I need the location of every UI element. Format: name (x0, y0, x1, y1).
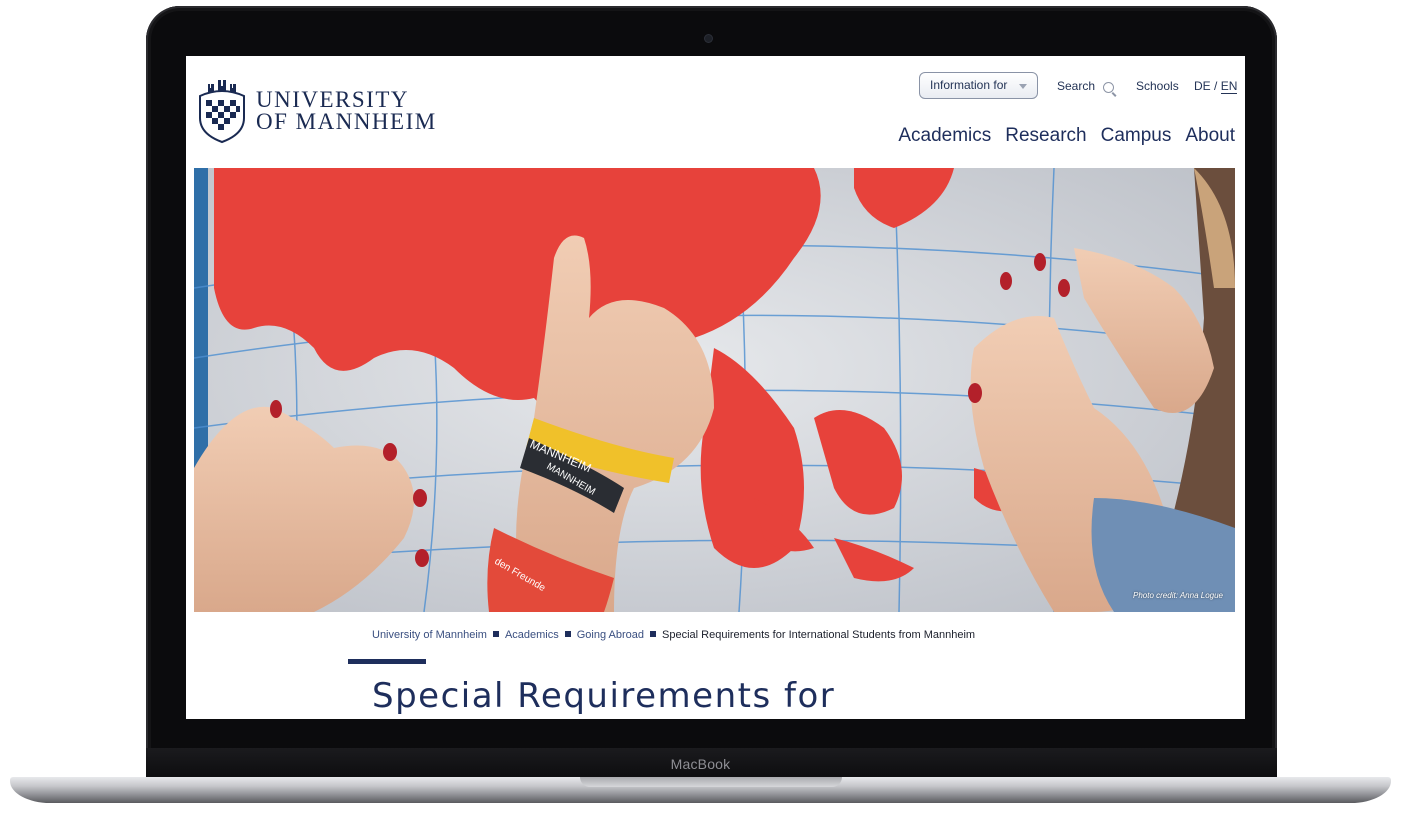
information-for-dropdown[interactable]: Information for (919, 72, 1038, 99)
lang-separator: / (1210, 79, 1221, 93)
chevron-down-icon (1019, 84, 1027, 89)
device-brand-label: MacBook (670, 756, 731, 772)
breadcrumb-item-home[interactable]: University of Mannheim (372, 629, 487, 641)
main-nav: Academics Research Campus About (898, 125, 1235, 147)
hero-image: MANNHEIM MANNHEIM den Freunde Photo cred… (194, 168, 1235, 612)
nav-research[interactable]: Research (1005, 125, 1086, 147)
logo-text-line1: UNIVERSITY (256, 87, 409, 112)
breadcrumb-item-going-abroad[interactable]: Going Abroad (577, 629, 644, 641)
language-switcher: DE / EN (1194, 79, 1238, 94)
breadcrumb: University of Mannheim Academics Going Abr… (372, 629, 975, 641)
breadcrumb-item-academics[interactable]: Academics (505, 629, 559, 641)
nav-campus[interactable]: Campus (1101, 125, 1172, 147)
nav-academics[interactable]: Academics (898, 125, 991, 147)
photo-credit: Photo credit: Anna Logue (1133, 591, 1223, 600)
logo-wordmark: UNIVERSITY OF MANNHEIM (256, 87, 437, 134)
crest-icon (199, 80, 245, 144)
breadcrumb-separator-icon (650, 631, 657, 637)
breadcrumb-separator-icon (492, 631, 499, 637)
title-accent-bar (348, 659, 426, 664)
browser-screen: UNIVERSITY OF MANNHEIM Information for S… (186, 56, 1245, 719)
breadcrumb-item-current: Special Requirements for International S… (662, 629, 976, 641)
schools-link[interactable]: Schools (1136, 79, 1179, 93)
search-link[interactable]: Search (1057, 79, 1095, 93)
search-icon[interactable] (1103, 82, 1114, 93)
camera-icon (705, 35, 712, 42)
lang-en-link[interactable]: EN (1220, 79, 1238, 94)
lang-de-link[interactable]: DE (1194, 79, 1211, 93)
laptop-notch (580, 777, 842, 787)
logo-text-line2: OF MANNHEIM (256, 109, 437, 134)
nav-about[interactable]: About (1185, 125, 1235, 147)
globe-photo: MANNHEIM MANNHEIM den Freunde (194, 168, 1235, 612)
university-logo[interactable]: UNIVERSITY OF MANNHEIM (194, 78, 437, 144)
breadcrumb-separator-icon (564, 631, 571, 637)
information-for-label: Information for (930, 78, 1008, 92)
page-title: Special Requirements for (372, 676, 836, 716)
